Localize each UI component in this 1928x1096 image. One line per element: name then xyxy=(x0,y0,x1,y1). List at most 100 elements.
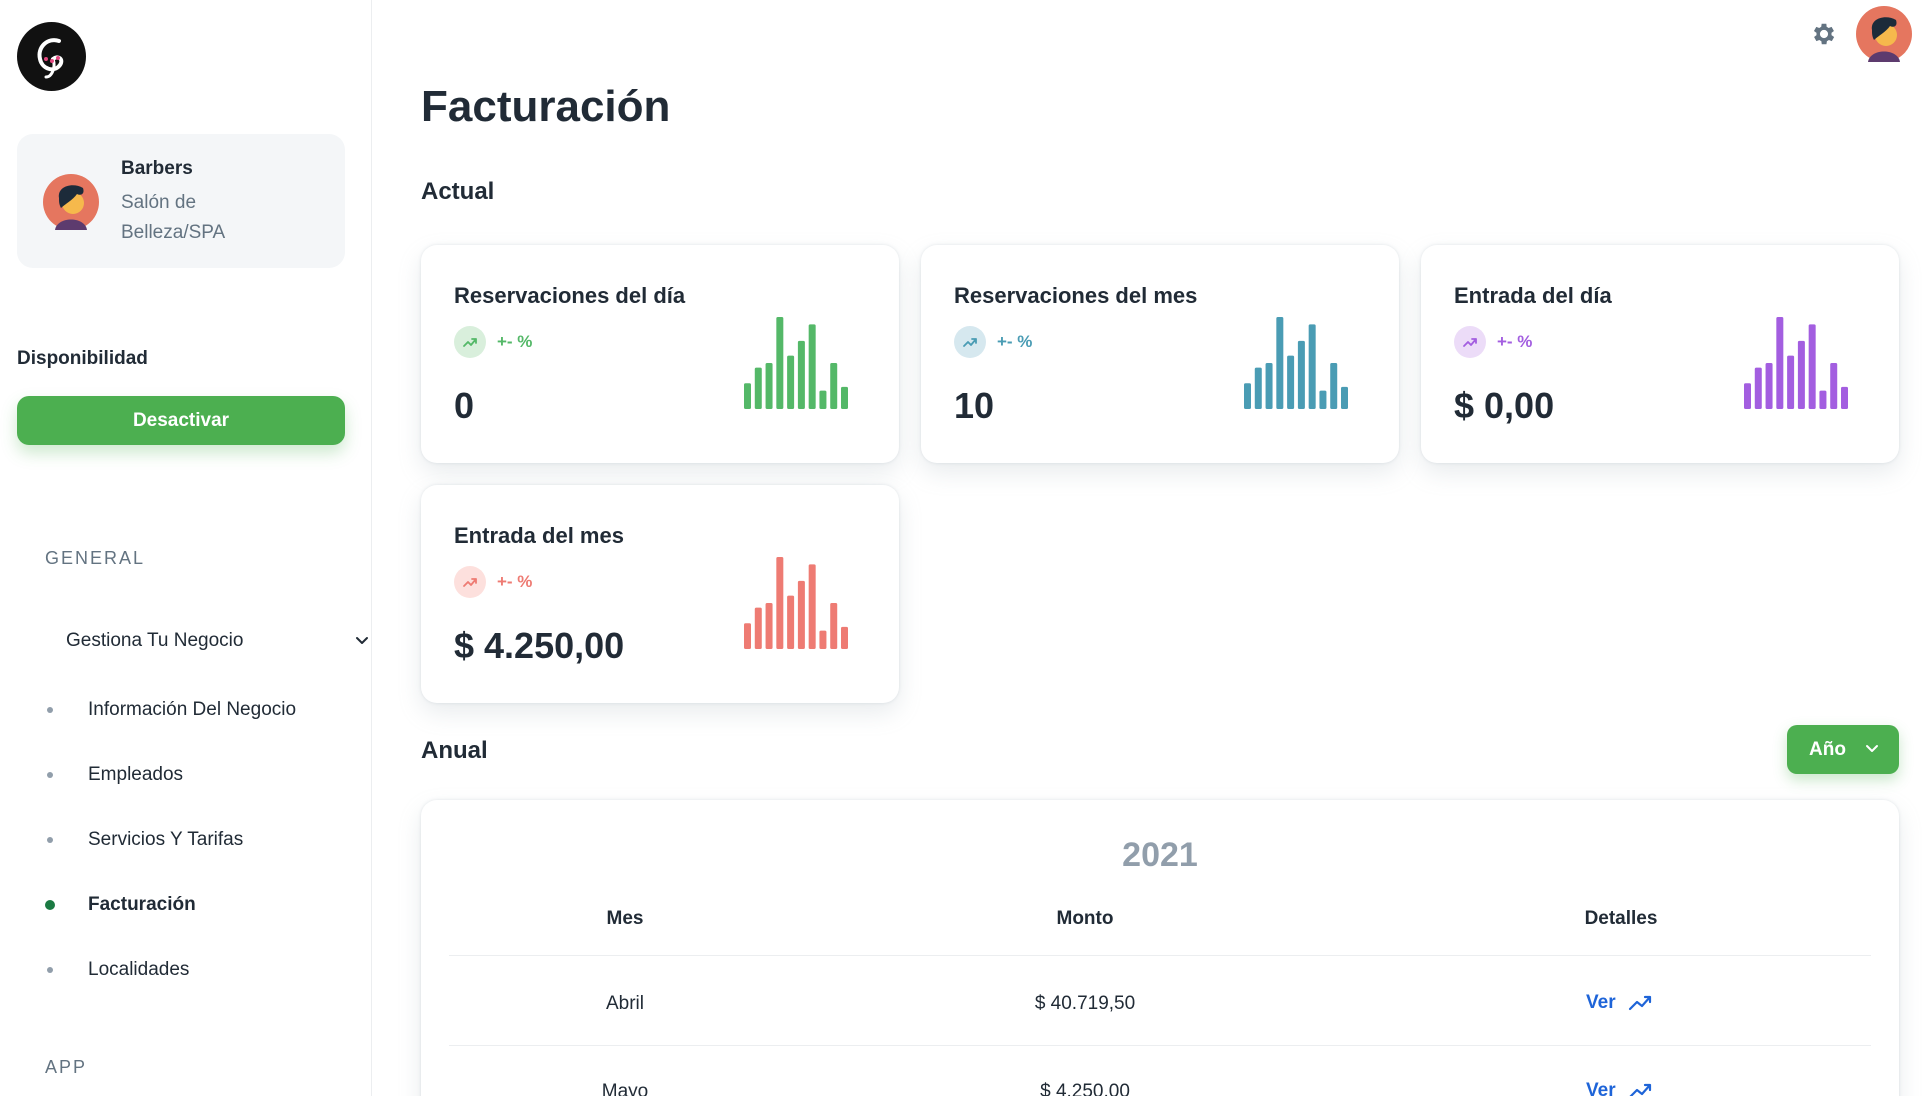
mini-bar xyxy=(841,626,848,649)
card-title: Entrada del mes xyxy=(454,523,624,548)
stat-card-reservaciones-mes: Reservaciones del mes +- % 10 xyxy=(921,245,1399,463)
ver-details-link[interactable]: Ver xyxy=(1586,1080,1654,1096)
mini-bar xyxy=(744,383,751,409)
mini-bar xyxy=(808,564,816,649)
sidebar-item-empleados[interactable]: Empleados xyxy=(0,755,372,795)
trend-badge xyxy=(454,326,486,358)
stat-card-reservaciones-dia: Reservaciones del día +- % 0 xyxy=(421,245,899,463)
divider xyxy=(449,1045,1871,1046)
sidebar-item-label: Servicios Y Tarifas xyxy=(88,829,244,850)
mini-bar xyxy=(1830,363,1838,409)
sidebar-item-localidades[interactable]: Localidades xyxy=(0,950,372,990)
cell-mes: Mayo xyxy=(601,1081,649,1096)
divider xyxy=(449,955,1871,956)
mini-bar xyxy=(1808,324,1816,409)
cell-mes: Abril xyxy=(605,993,644,1014)
trend-indicator: +- % xyxy=(1454,326,1533,358)
card-value: 0 xyxy=(454,385,475,426)
year-button-label: Año xyxy=(1809,738,1846,760)
sidebar-item-facturacion[interactable]: Facturación xyxy=(0,885,372,925)
mini-bar-chart xyxy=(744,557,848,649)
mini-bar xyxy=(1744,383,1751,409)
mini-bar xyxy=(1319,390,1327,409)
sidebar-item-label: Empleados xyxy=(88,764,184,785)
mini-bar xyxy=(787,595,795,649)
column-header-monto: Monto xyxy=(1056,908,1114,929)
mini-bar xyxy=(819,630,827,649)
deactivate-button[interactable]: Desactivar xyxy=(17,396,345,445)
mini-bar xyxy=(1276,317,1284,409)
gear-icon[interactable] xyxy=(1810,20,1838,48)
stat-card-entrada-dia: Entrada del día +- % $ 0,00 xyxy=(1421,245,1899,463)
mini-bar xyxy=(754,367,762,409)
mini-bar-chart xyxy=(1744,317,1848,409)
trend-text: +- % xyxy=(997,332,1033,351)
ver-link-label: Ver xyxy=(1586,992,1616,1013)
availability-title: Disponibilidad xyxy=(17,348,148,369)
trend-text: +- % xyxy=(497,332,533,351)
annual-billing-table: 2021 Mes Monto Detalles Abril $ 40.719,5… xyxy=(421,800,1899,1096)
trend-text: +- % xyxy=(497,572,533,591)
user-avatar xyxy=(43,174,99,230)
card-title: Entrada del día xyxy=(1454,283,1612,308)
nav-group-label: Gestiona Tu Negocio xyxy=(66,630,244,651)
mini-bar xyxy=(797,340,805,409)
account-card[interactable]: Barbers Salón de Belleza/SPA xyxy=(17,134,345,268)
mini-bar xyxy=(765,603,773,649)
mini-bar xyxy=(797,580,805,649)
sidebar: Barbers Salón de Belleza/SPA Disponibili… xyxy=(0,0,372,1096)
mini-bar xyxy=(1341,386,1348,409)
nav-group-gestiona[interactable]: Gestiona Tu Negocio xyxy=(66,626,372,656)
mini-bar xyxy=(1754,367,1762,409)
account-role: Salón de Belleza/SPA xyxy=(121,192,226,243)
table-year: 2021 xyxy=(1122,836,1198,874)
mini-bar xyxy=(1244,383,1251,409)
account-name: Barbers xyxy=(121,158,193,179)
chevron-down-icon xyxy=(356,637,368,644)
mini-bar xyxy=(830,603,838,649)
trending-up-icon xyxy=(963,338,977,347)
ver-link-label: Ver xyxy=(1586,1080,1616,1096)
mini-bar xyxy=(754,607,762,649)
bullet-dot xyxy=(47,837,53,843)
trend-badge xyxy=(454,566,486,598)
mini-bar xyxy=(1841,386,1848,409)
mini-bar xyxy=(1819,390,1827,409)
mini-bar xyxy=(830,363,838,409)
trend-indicator: +- % xyxy=(454,326,533,358)
mini-bar xyxy=(1765,363,1773,409)
mini-bar-chart xyxy=(744,317,848,409)
trend-text: +- % xyxy=(1497,332,1533,351)
chevron-down-icon xyxy=(1866,745,1878,752)
nav-section-general: GENERAL xyxy=(45,548,146,568)
mini-bar xyxy=(1776,317,1784,409)
section-title-actual: Actual xyxy=(421,178,495,205)
mini-bar xyxy=(1787,355,1795,409)
mini-bar xyxy=(787,355,795,409)
brand-logo[interactable] xyxy=(17,22,86,91)
ver-details-link[interactable]: Ver xyxy=(1586,992,1654,1014)
sidebar-item-informacion[interactable]: Información Del Negocio xyxy=(0,690,372,730)
mini-bar xyxy=(776,557,784,649)
trending-up-icon xyxy=(1628,995,1651,1011)
year-dropdown-button[interactable]: Año xyxy=(1787,725,1899,774)
column-header-detalles: Detalles xyxy=(1584,908,1658,929)
mini-bar xyxy=(819,390,827,409)
sidebar-item-servicios[interactable]: Servicios Y Tarifas xyxy=(0,820,372,860)
mini-bar xyxy=(808,324,816,409)
bullet-dot xyxy=(47,707,53,713)
trend-indicator: +- % xyxy=(454,566,533,598)
trend-badge xyxy=(954,326,986,358)
trending-up-icon xyxy=(463,338,477,347)
trend-indicator: +- % xyxy=(954,326,1033,358)
user-avatar[interactable] xyxy=(1856,6,1912,62)
trend-badge xyxy=(1454,326,1486,358)
mini-bar xyxy=(1265,363,1273,409)
trending-up-icon xyxy=(463,578,477,587)
card-value: 10 xyxy=(954,385,995,426)
page-title: Facturación xyxy=(421,82,671,131)
card-value: $ 0,00 xyxy=(1454,385,1555,426)
bullet-dot xyxy=(47,967,53,973)
cell-monto: $ 4.250,00 xyxy=(1040,1081,1130,1096)
card-title: Reservaciones del día xyxy=(454,283,686,308)
